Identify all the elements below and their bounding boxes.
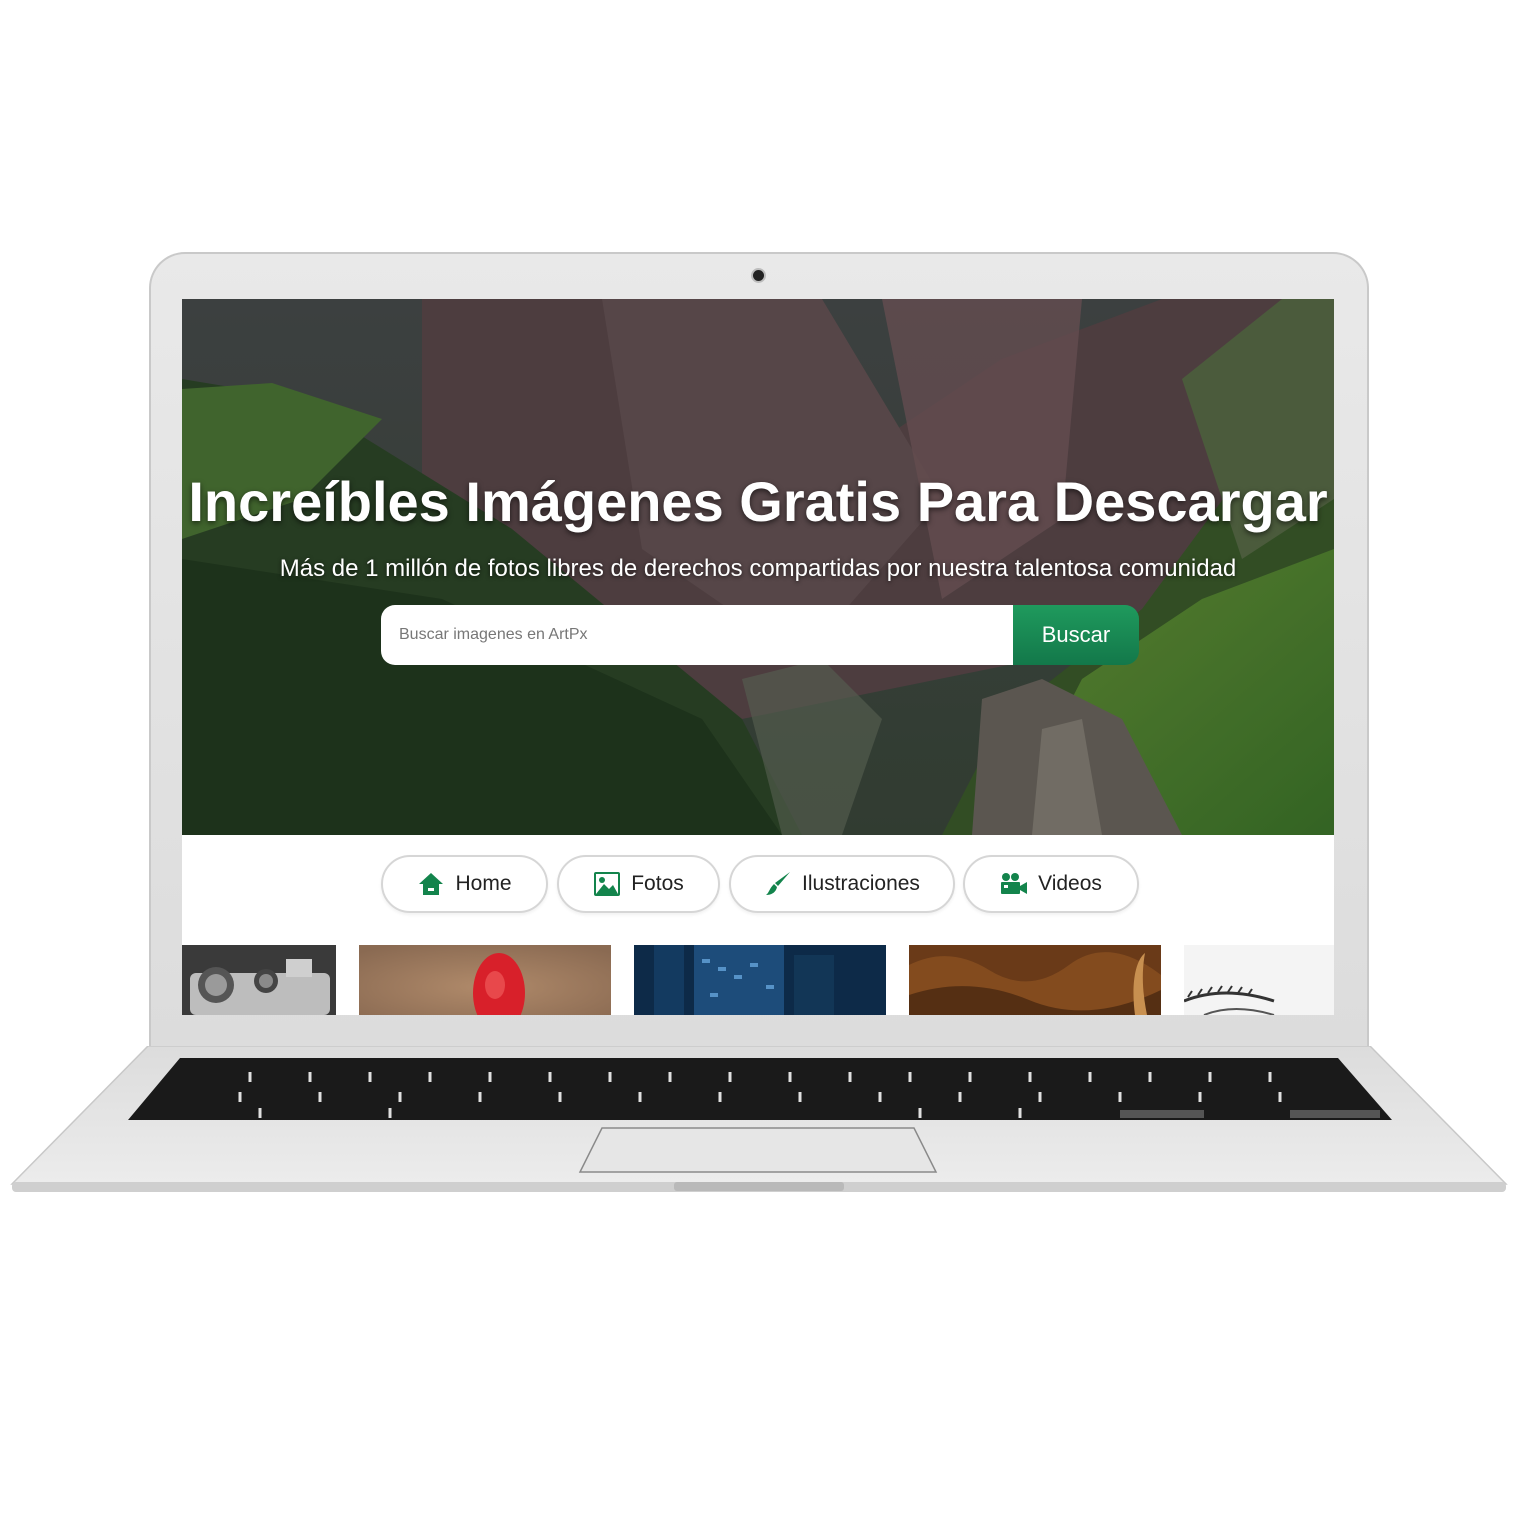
category-fotos-label: Fotos xyxy=(631,872,684,895)
hero-section: Increíbles Imágenes Gratis Para Descarga… xyxy=(182,299,1334,835)
category-ilustraciones-button[interactable]: Ilustraciones xyxy=(729,855,955,913)
paintbrush-icon xyxy=(764,871,792,897)
home-icon xyxy=(417,871,445,897)
category-fotos-button[interactable]: Fotos xyxy=(557,855,720,913)
category-videos-button[interactable]: Videos xyxy=(963,855,1139,913)
thumbnail-city-building[interactable] xyxy=(634,945,886,1015)
thumbnail-camera[interactable] xyxy=(182,945,336,1015)
category-nav: Home Fotos Ilustraciones Videos xyxy=(182,855,1334,915)
hero-subtitle: Más de 1 millón de fotos libres de derec… xyxy=(279,555,1237,582)
image-icon xyxy=(593,871,621,897)
thumbnail-red-object[interactable] xyxy=(359,945,611,1015)
webcam xyxy=(753,270,764,281)
laptop-screen: Increíbles Imágenes Gratis Para Descarga… xyxy=(182,299,1334,1015)
thumbnail-eye[interactable] xyxy=(1184,945,1334,1015)
category-videos-label: Videos xyxy=(1038,872,1102,895)
category-ilustraciones-label: Ilustraciones xyxy=(802,872,920,895)
trackpad[interactable] xyxy=(578,1127,938,1173)
keyboard xyxy=(128,1058,1392,1120)
search-button[interactable]: Buscar xyxy=(1013,605,1139,665)
thumbnail-strip xyxy=(182,945,1334,1015)
search-input[interactable] xyxy=(381,605,1013,665)
video-camera-icon xyxy=(1000,871,1028,897)
thumbnail-texture[interactable] xyxy=(909,945,1161,1015)
category-home-button[interactable]: Home xyxy=(381,855,548,913)
search-bar: Buscar xyxy=(381,605,1139,665)
laptop-base xyxy=(10,1046,1508,1192)
category-home-label: Home xyxy=(455,872,512,895)
hero-title: Increíbles Imágenes Gratis Para Descarga… xyxy=(188,470,1328,533)
